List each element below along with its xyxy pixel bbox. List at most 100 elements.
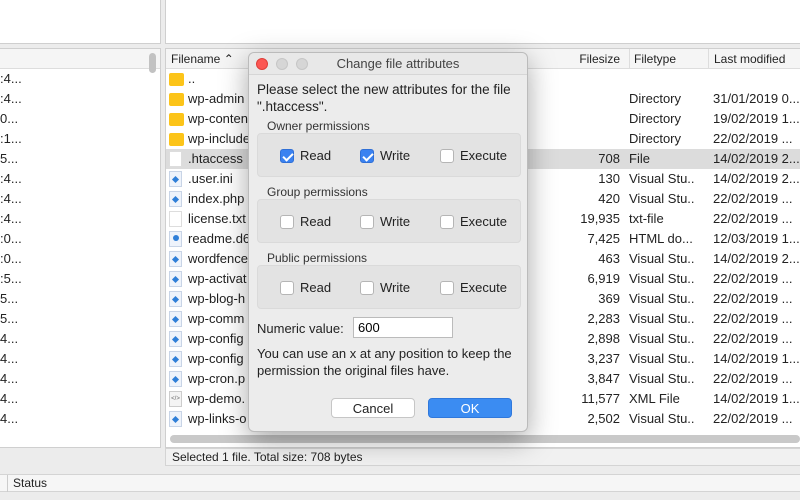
file-name: wp-admin: [188, 91, 245, 106]
file-modified: 22/02/2019 ...: [713, 311, 793, 326]
file-name: .user.ini: [188, 171, 233, 186]
checkbox-label: Read: [300, 214, 332, 229]
group-read-checkbox[interactable]: Read: [280, 214, 331, 229]
vs-icon: [169, 291, 182, 307]
checkbox-label: Write: [380, 280, 411, 295]
folder-icon: [169, 93, 184, 106]
doc-icon: [169, 151, 182, 167]
local-scrollbar[interactable]: [149, 53, 156, 73]
local-list-row[interactable]: :4...: [0, 69, 160, 89]
local-list-row[interactable]: 4...: [0, 349, 160, 369]
doc-icon: [169, 211, 182, 227]
folder-icon: [169, 73, 184, 86]
local-list-row[interactable]: 5...: [0, 149, 160, 169]
vs-icon: [169, 331, 182, 347]
folder-icon: [169, 113, 184, 126]
local-list-row[interactable]: 5...: [0, 289, 160, 309]
local-list-header: [0, 49, 160, 69]
file-size: 11,577: [581, 391, 620, 406]
local-file-list[interactable]: :4...:4... 0...:1... 5...:4...:4...:4...:0…: [0, 48, 161, 448]
local-list-row[interactable]: 4...: [0, 369, 160, 389]
vs-icon: [169, 351, 182, 367]
local-row-value: :4...: [0, 211, 22, 226]
vs-icon: [169, 371, 182, 387]
local-list-row[interactable]: :4...: [0, 169, 160, 189]
file-modified: 31/01/2019 0...: [713, 91, 800, 106]
status-column-header[interactable]: Status: [7, 475, 47, 492]
file-type: HTML do...: [629, 231, 693, 246]
local-list-row[interactable]: 5...: [0, 309, 160, 329]
remote-status-bar: Selected 1 file. Total size: 708 bytes: [165, 448, 800, 466]
checkbox-icon[interactable]: [280, 214, 294, 229]
local-list-row[interactable]: :0...: [0, 229, 160, 249]
file-modified: 22/02/2019 ...: [713, 291, 793, 306]
file-name: wp-config: [188, 331, 244, 346]
file-modified: 22/02/2019 ...: [713, 371, 793, 386]
file-size: 2,898: [587, 331, 620, 346]
local-list-row[interactable]: :1...: [0, 129, 160, 149]
file-size: 3,237: [587, 351, 620, 366]
owner-read-checkbox[interactable]: Read: [280, 148, 331, 163]
file-size: 19,935: [580, 211, 620, 226]
checkbox-icon[interactable]: [280, 280, 294, 295]
file-type: Visual Stu..: [629, 251, 695, 266]
checkbox-icon[interactable]: [440, 280, 454, 295]
checkbox-icon[interactable]: [440, 148, 454, 163]
checkbox-label: Execute: [460, 280, 507, 295]
checkbox-icon[interactable]: [360, 148, 374, 163]
col-filetype[interactable]: Filetype: [629, 49, 676, 69]
file-size: 463: [598, 251, 620, 266]
change-file-attributes-dialog: Change file attributes Please select the…: [248, 52, 528, 432]
local-list-row[interactable]: 0...: [0, 109, 160, 129]
checkbox-icon[interactable]: [360, 280, 374, 295]
local-row-value: :4...: [0, 191, 22, 206]
file-name: wp-config: [188, 351, 244, 366]
public-read-checkbox[interactable]: Read: [280, 280, 331, 295]
col-filesize[interactable]: Filesize: [579, 49, 620, 69]
group-permissions-label: Group permissions: [267, 185, 368, 199]
owner-write-checkbox[interactable]: Write: [360, 148, 410, 163]
col-filename[interactable]: Filename ⌃: [171, 49, 234, 69]
file-type: Visual Stu..: [629, 271, 695, 286]
file-name: wp-blog-h: [188, 291, 246, 306]
file-modified: 14/02/2019 2...: [713, 171, 800, 186]
ok-button[interactable]: OK: [428, 398, 512, 418]
local-row-value: 5...: [0, 311, 19, 326]
checkbox-icon[interactable]: [360, 214, 374, 229]
local-list-row[interactable]: :4...: [0, 209, 160, 229]
owner-execute-checkbox[interactable]: Execute: [440, 148, 507, 163]
public-write-checkbox[interactable]: Write: [360, 280, 410, 295]
local-list-row[interactable]: :4...: [0, 89, 160, 109]
local-list-row[interactable]: 4...: [0, 389, 160, 409]
group-execute-checkbox[interactable]: Execute: [440, 214, 507, 229]
checkbox-icon[interactable]: [280, 148, 294, 163]
file-type: Directory: [629, 91, 682, 106]
local-list-row[interactable]: :4...: [0, 189, 160, 209]
checkbox-icon[interactable]: [440, 214, 454, 229]
numeric-value-input[interactable]: [353, 317, 453, 338]
checkbox-label: Execute: [460, 148, 507, 163]
public-execute-checkbox[interactable]: Execute: [440, 280, 507, 295]
file-name: wp-links-o: [188, 411, 247, 426]
file-name: readme.d6: [188, 231, 251, 246]
local-list-row[interactable]: :5...: [0, 269, 160, 289]
dialog-title: Change file attributes: [336, 56, 460, 71]
file-type: Visual Stu..: [629, 351, 695, 366]
local-list-row[interactable]: :0...: [0, 249, 160, 269]
close-icon[interactable]: [256, 58, 268, 70]
file-type: Visual Stu..: [629, 331, 695, 346]
cancel-button[interactable]: Cancel: [331, 398, 415, 418]
queue-bar: Status: [0, 474, 800, 492]
folder-icon: [169, 133, 184, 146]
col-last-modified[interactable]: Last modified: [708, 49, 785, 69]
owner-permissions-group: Read Write Execute: [257, 133, 521, 177]
local-list-row[interactable]: 4...: [0, 409, 160, 429]
horizontal-scrollbar[interactable]: [170, 435, 800, 443]
local-list-row[interactable]: 4...: [0, 329, 160, 349]
group-write-checkbox[interactable]: Write: [360, 214, 410, 229]
numeric-value-label: Numeric value:: [257, 321, 344, 336]
local-row-value: 4...: [0, 411, 19, 426]
file-size: 3,847: [587, 371, 620, 386]
file-type: Visual Stu..: [629, 371, 695, 386]
file-modified: 14/02/2019 1...: [713, 351, 800, 366]
